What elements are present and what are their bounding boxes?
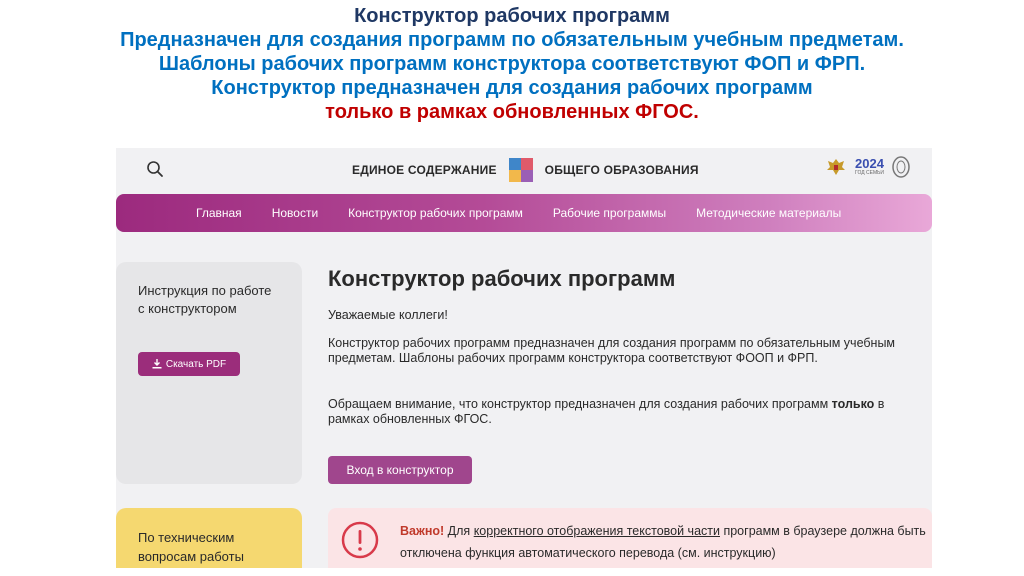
greeting-text: Уважаемые коллеги! bbox=[328, 308, 448, 322]
search-icon[interactable] bbox=[146, 160, 164, 178]
website-screenshot: ЕДИНОЕ СОДЕРЖАНИЕ ОБЩЕГО ОБРАЗОВАНИЯ 202… bbox=[116, 148, 932, 568]
slide-title: Конструктор рабочих программ bbox=[354, 5, 670, 27]
download-pdf-label: Скачать PDF bbox=[165, 358, 227, 370]
nav-item-home[interactable]: Главная bbox=[196, 206, 242, 220]
slide-line-2: Предназначен для создания программ по об… bbox=[120, 29, 904, 51]
header-emblems: 2024 ГОД СЕМЬИ bbox=[825, 156, 910, 178]
description-paragraph: Конструктор рабочих программ предназначе… bbox=[328, 336, 896, 365]
alert-strong: Важно! bbox=[400, 524, 445, 538]
alert-link[interactable]: корректного отображения текстовой части bbox=[474, 524, 720, 538]
translation-warning-alert: Важно! Для корректного отображения текст… bbox=[328, 508, 932, 568]
nav-item-news[interactable]: Новости bbox=[272, 206, 318, 220]
instruction-title: Инструкция по работе с конструктором bbox=[138, 283, 272, 316]
main-navigation: Главная Новости Конструктор рабочих прог… bbox=[116, 194, 932, 232]
instruction-card: Инструкция по работе с конструктором Ска… bbox=[116, 262, 302, 484]
page-title: Конструктор рабочих программ bbox=[328, 266, 676, 291]
slide-line-5: только в рамках обновленных ФГОС. bbox=[325, 101, 699, 123]
brand-text-right: ОБЩЕГО ОБРАЗОВАНИЯ bbox=[544, 163, 699, 177]
eagle-emblem-icon bbox=[827, 159, 846, 175]
tech-support-card: По техническим вопросам работы bbox=[116, 508, 302, 568]
notice-emphasis: только bbox=[831, 397, 875, 411]
slide-line-4: Конструктор предназначен для создания ра… bbox=[211, 77, 813, 99]
nav-item-work-programs[interactable]: Рабочие программы bbox=[553, 206, 666, 220]
nav-item-methodical-materials[interactable]: Методические материалы bbox=[696, 206, 841, 220]
brand-logo-icon bbox=[508, 158, 533, 182]
enter-constructor-button[interactable]: Вход в конструктор bbox=[328, 456, 472, 484]
site-topbar: ЕДИНОЕ СОДЕРЖАНИЕ ОБЩЕГО ОБРАЗОВАНИЯ 202… bbox=[116, 148, 932, 192]
slide-header: Конструктор рабочих программ Предназначе… bbox=[0, 4, 1024, 124]
ministry-seal-icon bbox=[892, 156, 910, 178]
tech-support-title: По техническим вопросам работы bbox=[138, 530, 244, 564]
main-content: Конструктор рабочих программ Уважаемые к… bbox=[328, 262, 928, 484]
notice-paragraph: Обращаем внимание, что конструктор предн… bbox=[328, 397, 885, 426]
brand-text-left: ЕДИНОЕ СОДЕРЖАНИЕ bbox=[352, 163, 497, 177]
site-brand[interactable]: ЕДИНОЕ СОДЕРЖАНИЕ ОБЩЕГО ОБРАЗОВАНИЯ bbox=[352, 158, 699, 182]
nav-item-constructor[interactable]: Конструктор рабочих программ bbox=[348, 206, 523, 220]
slide-line-3: Шаблоны рабочих программ конструктора со… bbox=[158, 53, 866, 75]
download-pdf-button[interactable]: Скачать PDF bbox=[138, 352, 240, 376]
year-of-family-badge: 2024 ГОД СЕМЬИ bbox=[855, 156, 884, 176]
download-icon bbox=[152, 359, 162, 369]
exclamation-circle-icon bbox=[341, 521, 379, 559]
alert-message: Важно! Для корректного отображения текст… bbox=[400, 524, 926, 560]
